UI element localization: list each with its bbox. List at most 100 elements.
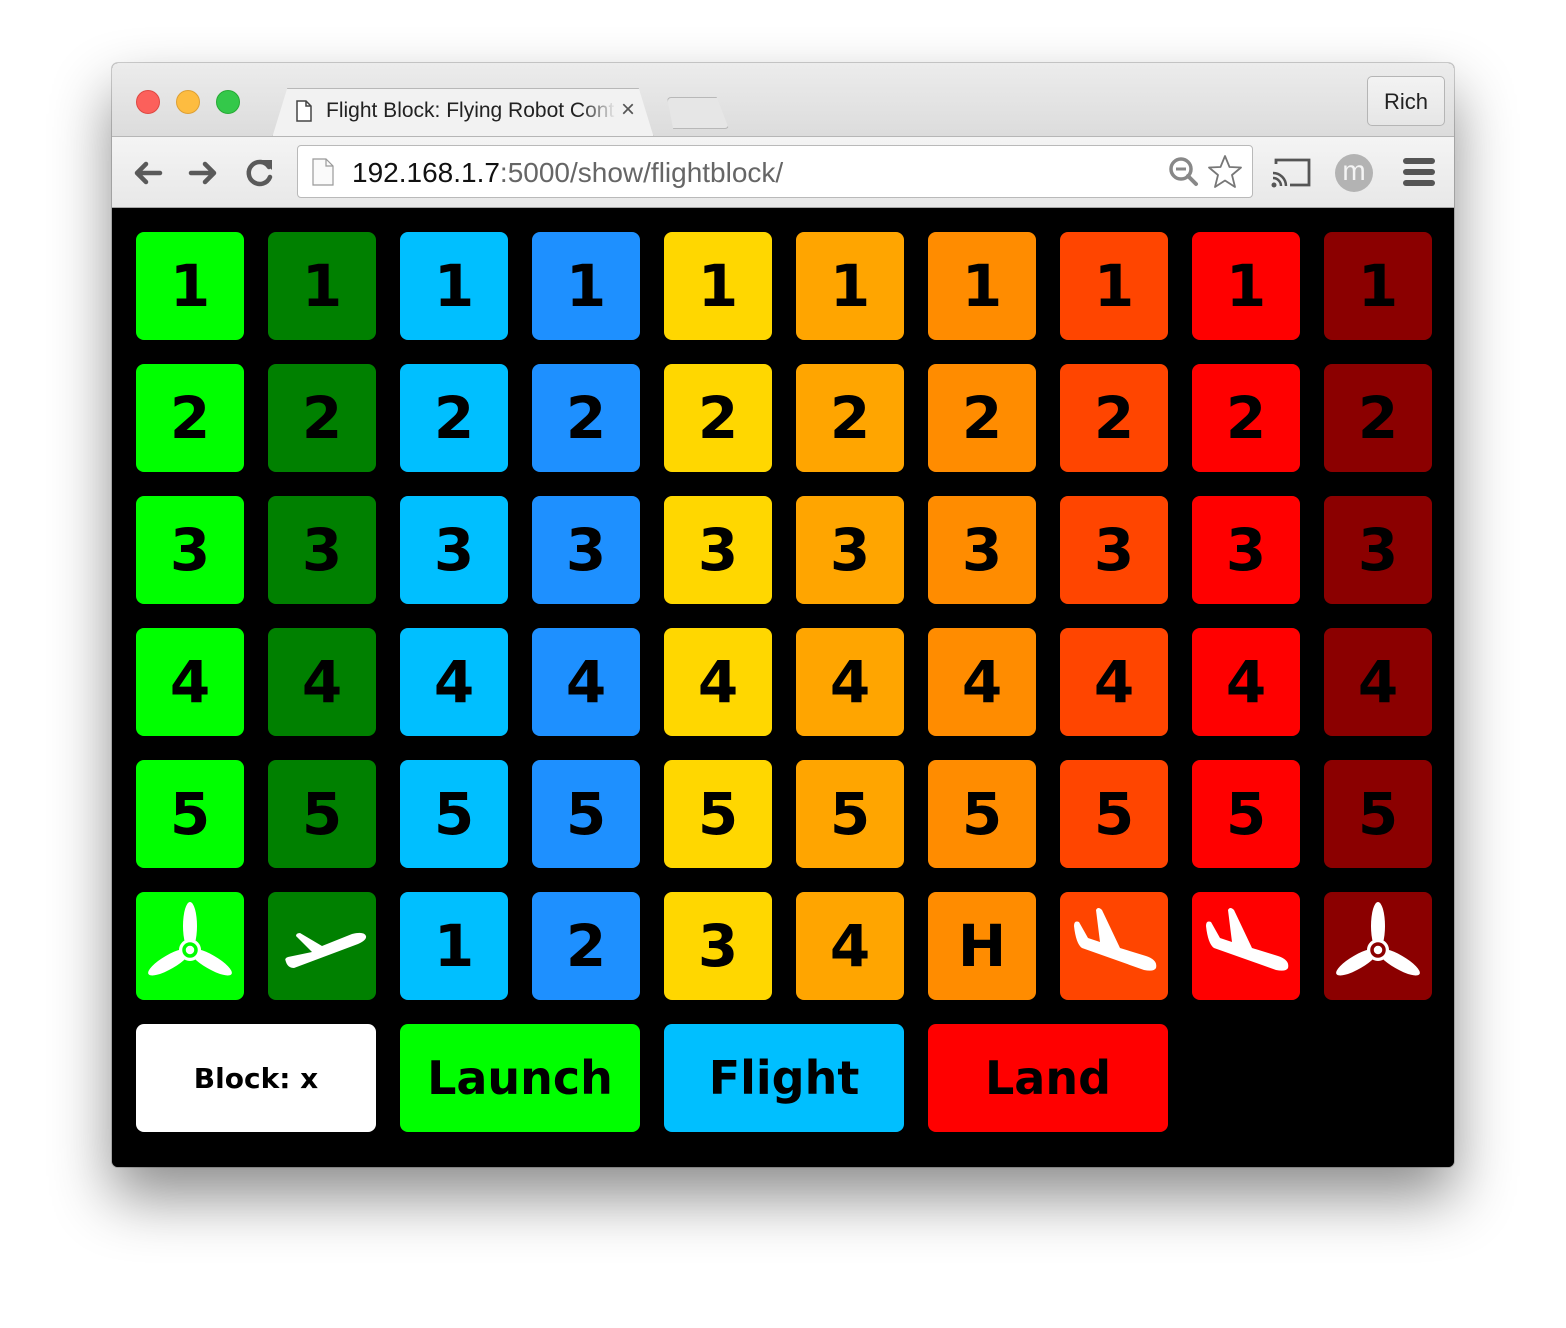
tile-label: 4 bbox=[1357, 648, 1399, 716]
tile-label: 2 bbox=[697, 384, 739, 452]
address-bar[interactable]: 192.168.1.7:5000/show/flightblock/ bbox=[297, 145, 1253, 198]
tile-col10-3[interactable]: 3 bbox=[1324, 496, 1432, 604]
tile-col10-2[interactable]: 2 bbox=[1324, 364, 1432, 472]
menu-icon[interactable] bbox=[1403, 158, 1435, 188]
tile-col4-1[interactable]: 1 bbox=[532, 232, 640, 340]
tile-col3-4[interactable]: 4 bbox=[400, 628, 508, 736]
tile-col7-4[interactable]: 4 bbox=[928, 628, 1036, 736]
avatar[interactable]: m bbox=[1335, 154, 1373, 192]
action-tile-H[interactable]: H bbox=[928, 892, 1036, 1000]
action-tile-1[interactable]: 1 bbox=[400, 892, 508, 1000]
action-tile-motors-on[interactable] bbox=[136, 892, 244, 1000]
tile-col5-2[interactable]: 2 bbox=[664, 364, 772, 472]
tile-col6-1[interactable]: 1 bbox=[796, 232, 904, 340]
tile-col5-1[interactable]: 1 bbox=[664, 232, 772, 340]
tile-col3-3[interactable]: 3 bbox=[400, 496, 508, 604]
page-icon bbox=[296, 100, 312, 122]
reload-icon[interactable] bbox=[242, 155, 278, 191]
url-text[interactable]: 192.168.1.7:5000/show/flightblock/ bbox=[352, 157, 783, 189]
tile-col9-1[interactable]: 1 bbox=[1192, 232, 1300, 340]
tile-col2-2[interactable]: 2 bbox=[268, 364, 376, 472]
tile-col3-2[interactable]: 2 bbox=[400, 364, 508, 472]
tile-label: 1 bbox=[1357, 252, 1399, 320]
tile-col4-3[interactable]: 3 bbox=[532, 496, 640, 604]
flight-button[interactable]: Flight bbox=[664, 1024, 904, 1132]
launch-button[interactable]: Launch bbox=[400, 1024, 640, 1132]
star-icon[interactable] bbox=[1206, 153, 1244, 191]
tile-col8-2[interactable]: 2 bbox=[1060, 364, 1168, 472]
tile-col9-2[interactable]: 2 bbox=[1192, 364, 1300, 472]
tile-col2-3[interactable]: 3 bbox=[268, 496, 376, 604]
tile-col6-5[interactable]: 5 bbox=[796, 760, 904, 868]
tile-label: 1 bbox=[565, 252, 607, 320]
tile-col8-5[interactable]: 5 bbox=[1060, 760, 1168, 868]
tile-col9-5[interactable]: 5 bbox=[1192, 760, 1300, 868]
tile-label: 3 bbox=[1093, 516, 1135, 584]
tile-col7-2[interactable]: 2 bbox=[928, 364, 1036, 472]
action-tile-land[interactable] bbox=[1060, 892, 1168, 1000]
tile-label: H bbox=[957, 912, 1007, 980]
zoom-out-icon[interactable] bbox=[1168, 156, 1200, 188]
tile-label: 5 bbox=[1093, 780, 1135, 848]
cast-icon[interactable] bbox=[1270, 157, 1312, 189]
forward-icon[interactable] bbox=[185, 155, 221, 191]
profile-button[interactable]: Rich bbox=[1367, 76, 1445, 126]
landing-icon bbox=[1198, 898, 1294, 994]
title-bar: Flight Block: Flying Robot Control × Ric… bbox=[112, 63, 1454, 136]
tile-col5-4[interactable]: 4 bbox=[664, 628, 772, 736]
tile-col5-5[interactable]: 5 bbox=[664, 760, 772, 868]
tile-col1-2[interactable]: 2 bbox=[136, 364, 244, 472]
tile-col2-5[interactable]: 5 bbox=[268, 760, 376, 868]
tile-col2-1[interactable]: 1 bbox=[268, 232, 376, 340]
tile-label: 3 bbox=[829, 516, 871, 584]
tile-col3-5[interactable]: 5 bbox=[400, 760, 508, 868]
land-label: Land bbox=[984, 1051, 1112, 1105]
tile-col4-4[interactable]: 4 bbox=[532, 628, 640, 736]
action-tile-motors-off[interactable] bbox=[1324, 892, 1432, 1000]
tile-col9-4[interactable]: 4 bbox=[1192, 628, 1300, 736]
tile-col8-3[interactable]: 3 bbox=[1060, 496, 1168, 604]
tile-label: 1 bbox=[697, 252, 739, 320]
tile-col8-1[interactable]: 1 bbox=[1060, 232, 1168, 340]
action-tile-takeoff[interactable] bbox=[268, 892, 376, 1000]
tab-close-icon[interactable]: × bbox=[621, 96, 635, 124]
tile-col1-5[interactable]: 5 bbox=[136, 760, 244, 868]
tile-col7-3[interactable]: 3 bbox=[928, 496, 1036, 604]
tile-col4-2[interactable]: 2 bbox=[532, 364, 640, 472]
tile-col10-1[interactable]: 1 bbox=[1324, 232, 1432, 340]
back-icon[interactable] bbox=[130, 155, 166, 191]
tile-col6-4[interactable]: 4 bbox=[796, 628, 904, 736]
window-minimize-button[interactable] bbox=[176, 90, 200, 114]
tile-col8-4[interactable]: 4 bbox=[1060, 628, 1168, 736]
tile-col1-1[interactable]: 1 bbox=[136, 232, 244, 340]
tile-col7-5[interactable]: 5 bbox=[928, 760, 1036, 868]
tile-label: 2 bbox=[829, 384, 871, 452]
flight-block-page: 1 2 3 4 5 1 2 3 4 5 1 2 3 4 5 1 1 2 3 4 5 2 1 2 3 4 5 3 1 2 3 4 5 4 1 2 3 4 5 H… bbox=[112, 208, 1454, 1167]
land-button[interactable]: Land bbox=[928, 1024, 1168, 1132]
tile-col9-3[interactable]: 3 bbox=[1192, 496, 1300, 604]
tile-col10-4[interactable]: 4 bbox=[1324, 628, 1432, 736]
tile-label: 4 bbox=[697, 648, 739, 716]
tile-col2-4[interactable]: 4 bbox=[268, 628, 376, 736]
action-tile-2[interactable]: 2 bbox=[532, 892, 640, 1000]
tile-label: 1 bbox=[169, 252, 211, 320]
tile-col1-4[interactable]: 4 bbox=[136, 628, 244, 736]
new-tab-button[interactable] bbox=[667, 97, 729, 129]
action-tile-4[interactable]: 4 bbox=[796, 892, 904, 1000]
tile-label: 2 bbox=[169, 384, 211, 452]
window-maximize-button[interactable] bbox=[216, 90, 240, 114]
tile-col5-3[interactable]: 3 bbox=[664, 496, 772, 604]
page-info-icon[interactable] bbox=[312, 158, 334, 186]
tile-col7-1[interactable]: 1 bbox=[928, 232, 1036, 340]
tile-col10-5[interactable]: 5 bbox=[1324, 760, 1432, 868]
tile-col6-2[interactable]: 2 bbox=[796, 364, 904, 472]
tile-label: 5 bbox=[1357, 780, 1399, 848]
action-tile-land[interactable] bbox=[1192, 892, 1300, 1000]
tile-col3-1[interactable]: 1 bbox=[400, 232, 508, 340]
active-tab-content[interactable]: Flight Block: Flying Robot Control × bbox=[290, 88, 650, 136]
action-tile-3[interactable]: 3 bbox=[664, 892, 772, 1000]
window-close-button[interactable] bbox=[136, 90, 160, 114]
tile-col1-3[interactable]: 3 bbox=[136, 496, 244, 604]
tile-col6-3[interactable]: 3 bbox=[796, 496, 904, 604]
tile-col4-5[interactable]: 5 bbox=[532, 760, 640, 868]
